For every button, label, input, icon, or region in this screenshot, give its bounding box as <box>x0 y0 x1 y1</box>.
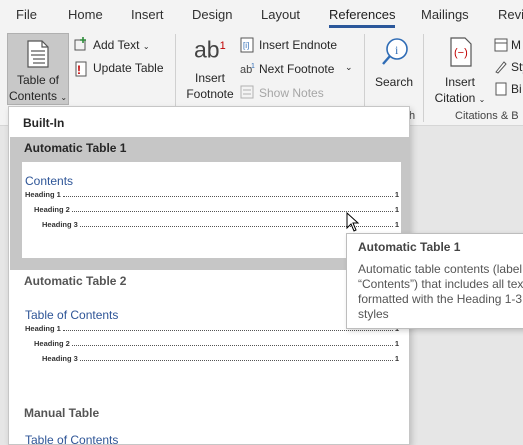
insert-citation-line1: Insert <box>444 75 475 89</box>
toc-preview-line: Heading 2 1 <box>34 339 399 348</box>
ribbon-tab-bar: File Home Insert Design Layout Reference… <box>0 0 523 30</box>
search-label: Search <box>374 75 414 89</box>
toc-preview-line: Heading 11 <box>25 324 399 333</box>
tab-mailings[interactable]: Mailings <box>421 7 469 22</box>
toc-line-text: Heading 3 <box>42 354 78 363</box>
search-button[interactable]: i Search <box>372 34 416 106</box>
mouse-cursor-icon <box>346 212 360 232</box>
tab-insert[interactable]: Insert <box>131 7 164 22</box>
gallery-item-manual-table[interactable]: Manual Table Table of Contents <box>10 402 409 444</box>
tooltip: Automatic Table 1 Automatic table conten… <box>346 233 523 329</box>
insert-citation-button[interactable]: (−) Insert Citation ⌄ <box>430 34 490 106</box>
tab-file[interactable]: File <box>16 7 37 22</box>
group-separator <box>423 34 424 122</box>
insert-citation-icon: (−) <box>450 37 472 67</box>
gallery-item-title: Manual Table <box>24 406 100 420</box>
toc-line-text: Heading 1 <box>25 190 61 199</box>
toc-line-text: Heading 2 <box>34 339 70 348</box>
svg-text:1: 1 <box>251 63 255 70</box>
svg-text:[i]: [i] <box>243 41 249 50</box>
tab-home[interactable]: Home <box>68 7 103 22</box>
toc-leader-dots <box>62 196 393 197</box>
search-icon: i <box>382 38 408 65</box>
toc-preview-heading: Table of Contents <box>25 433 119 444</box>
toc-preview-line: Heading 3 1 <box>42 354 399 363</box>
footnote-icon-glyph: ab <box>194 36 220 63</box>
next-footnote-button[interactable]: Next Footnote <box>259 62 334 76</box>
insert-endnote-button[interactable]: Insert Endnote <box>259 38 337 52</box>
toc-line-text: Heading 3 <box>42 220 78 229</box>
tab-design[interactable]: Design <box>192 7 232 22</box>
toc-leader-dots <box>71 345 393 346</box>
section-header-built-in: Built-In <box>23 116 65 130</box>
footnote-superscript: 1 <box>219 40 226 52</box>
toc-label-line1: Table of <box>16 73 60 87</box>
update-table-icon: ! <box>75 61 87 77</box>
toc-line-page: 1 <box>394 354 399 363</box>
toc-line-page: 1 <box>394 339 399 348</box>
chevron-down-icon[interactable]: ⌄ <box>345 62 353 73</box>
toc-preview-line: Heading 2 1 <box>34 205 399 214</box>
tooltip-title: Automatic Table 1 <box>358 240 461 254</box>
gallery-item-title: Automatic Table 1 <box>24 141 127 155</box>
toc-line-text: Heading 1 <box>25 324 61 333</box>
next-footnote-icon: ab 1 <box>240 63 255 76</box>
bibliography-button[interactable]: Bi <box>511 82 522 96</box>
toc-preview: Contents Heading 1 1 Heading 2 1 Heading 3… <box>22 162 401 258</box>
insert-citation-line2: Citation <box>434 91 476 105</box>
manage-sources-button[interactable]: M <box>511 38 521 52</box>
insert-citation-line2-wrap: Citation ⌄ <box>430 90 490 108</box>
table-of-contents-label: Table of Contents ⌄ <box>8 72 68 106</box>
toc-preview-heading: Table of Contents <box>25 308 119 322</box>
bibliography-icon <box>495 82 507 96</box>
toc-line-page: 1 <box>394 220 399 229</box>
chevron-down-icon: ⌄ <box>142 42 150 51</box>
toc-line-text: Heading 2 <box>34 205 70 214</box>
svg-text:(−): (−) <box>454 47 468 59</box>
add-text-icon <box>74 37 86 51</box>
add-text-button[interactable]: Add Text ⌄ <box>93 38 150 52</box>
manage-sources-icon <box>494 38 508 52</box>
toc-preview-line: Heading 1 1 <box>25 190 399 199</box>
style-icon <box>495 61 507 74</box>
tab-layout[interactable]: Layout <box>261 7 300 22</box>
tab-review[interactable]: Revi <box>498 7 523 22</box>
table-of-contents-button[interactable]: Table of Contents ⌄ <box>7 33 69 105</box>
tooltip-body: Automatic table contents (label “Content… <box>358 262 523 321</box>
insert-footnote-line1: Insert <box>194 71 225 85</box>
toc-leader-dots <box>79 360 393 361</box>
table-of-contents-icon <box>27 40 49 68</box>
toc-preview-heading: Contents <box>25 174 74 188</box>
update-table-button[interactable]: Update Table <box>93 61 164 75</box>
add-text-label: Add Text <box>93 38 140 52</box>
tab-references[interactable]: References <box>329 7 396 28</box>
insert-footnote-line2: Footnote <box>186 87 234 101</box>
toc-label-line2-wrap: Contents ⌄ <box>8 88 68 106</box>
show-notes-button[interactable]: Show Notes <box>259 86 324 100</box>
gallery-item-title: Automatic Table 2 <box>24 274 127 288</box>
svg-text:!: ! <box>77 63 81 77</box>
toc-line-page: 1 <box>394 205 399 214</box>
footnote-icon: ab1 <box>194 38 226 61</box>
toc-preview: Table of Contents Heading 11 Heading 21 … <box>22 296 401 392</box>
style-dropdown[interactable]: Sty <box>511 60 523 74</box>
toc-label-line2: Contents <box>8 89 57 103</box>
insert-endnote-icon: [i] <box>240 37 254 53</box>
insert-footnote-button[interactable]: ab1 Insert Footnote <box>184 34 236 106</box>
toc-leader-dots <box>62 330 393 331</box>
chevron-down-icon: ⌄ <box>60 93 68 102</box>
toc-leader-dots <box>71 211 393 212</box>
toc-line-page: 1 <box>394 190 399 199</box>
group-label-citations: Citations & B <box>455 110 519 122</box>
show-notes-icon <box>240 85 254 99</box>
chevron-down-icon: ⌄ <box>478 95 486 104</box>
